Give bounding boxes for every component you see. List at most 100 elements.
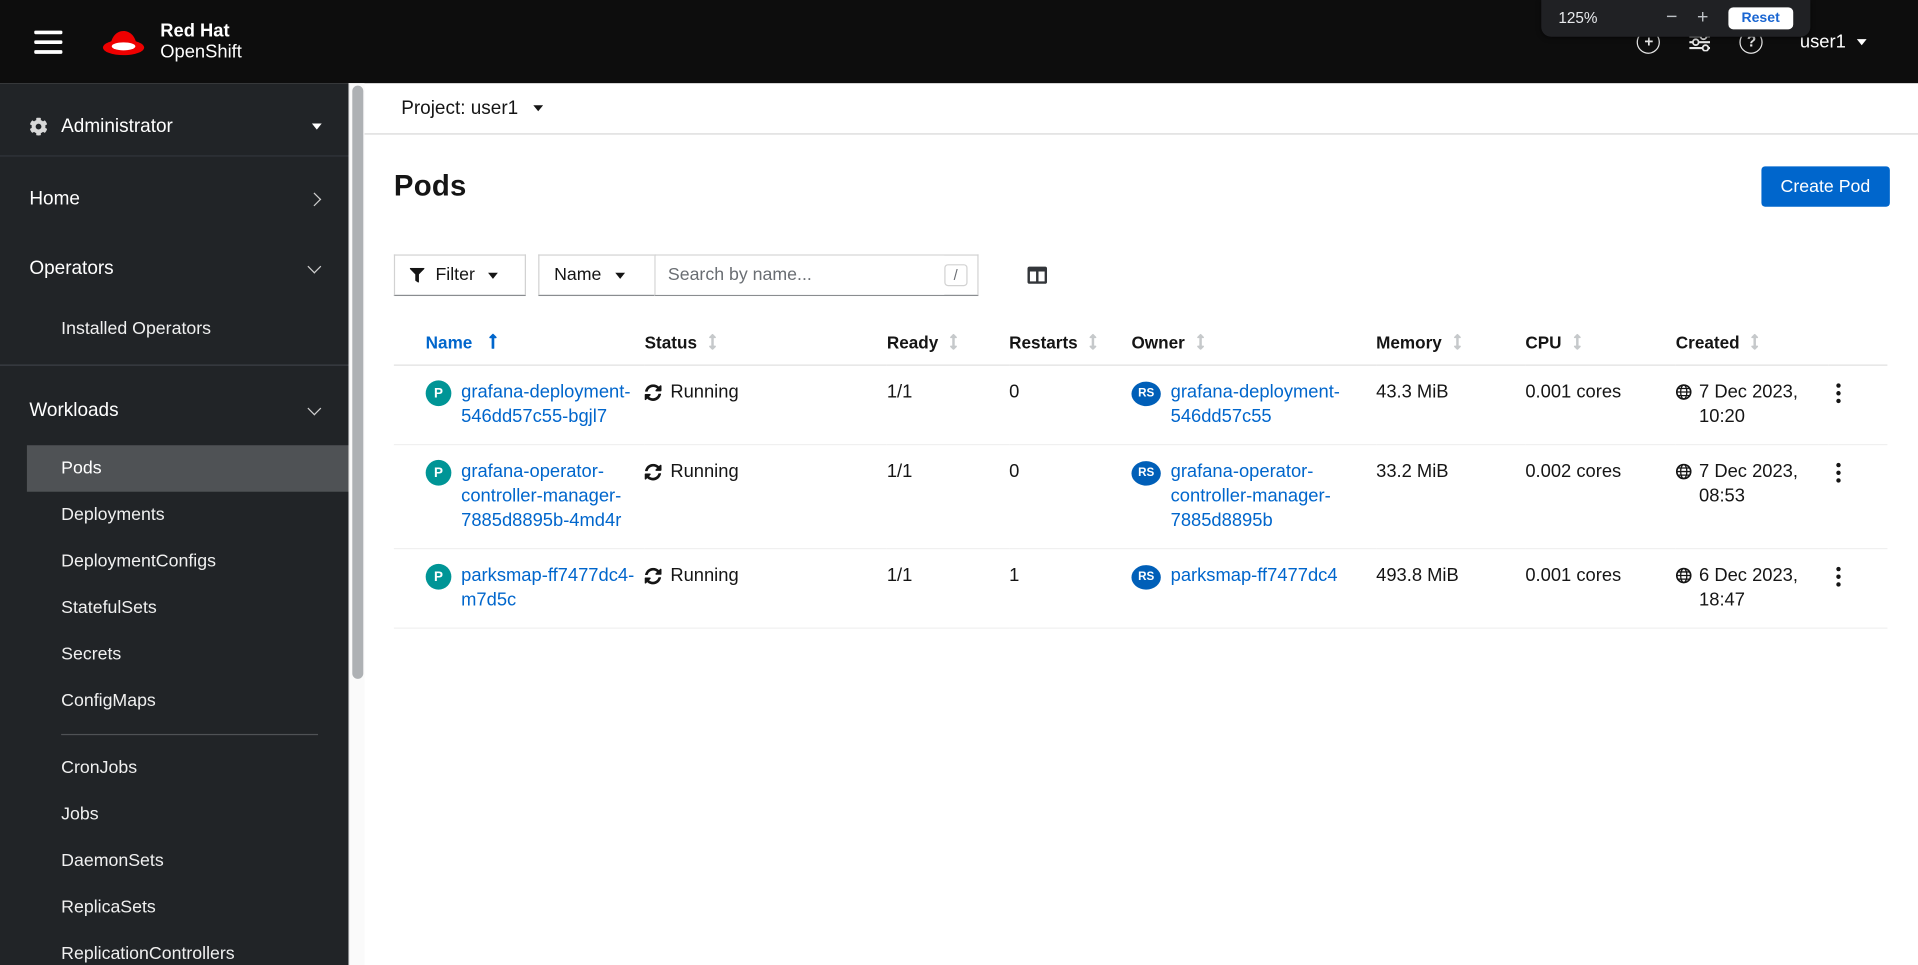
column-header-memory[interactable]: Memory: [1376, 320, 1526, 366]
chevron-down-icon: [307, 401, 322, 415]
column-header-created[interactable]: Created: [1675, 320, 1829, 366]
nav-label: DeploymentConfigs: [61, 551, 216, 572]
globe-icon: [1675, 567, 1692, 584]
zoom-reset-button[interactable]: Reset: [1727, 7, 1794, 30]
nav-label: Pods: [61, 458, 102, 479]
nav-label: Installed Operators: [61, 319, 212, 339]
nav-item-deployments[interactable]: Deployments: [27, 492, 349, 538]
nav-item-replicationcontrollers[interactable]: ReplicationControllers: [27, 931, 349, 965]
pod-link[interactable]: parksmap-ff7477dc4-m7d5c: [461, 564, 635, 613]
column-header-restarts[interactable]: Restarts: [1009, 320, 1132, 366]
column-header-cpu[interactable]: CPU: [1525, 320, 1676, 366]
project-bar: Project: user1: [364, 83, 1918, 135]
search-input[interactable]: [655, 255, 944, 295]
cpu-cell: 0.001 cores: [1525, 548, 1676, 629]
project-selector[interactable]: Project: user1: [394, 96, 550, 120]
column-header-ready[interactable]: Ready: [886, 320, 1010, 366]
search-scope-dropdown[interactable]: Name: [538, 254, 655, 297]
search-group: Name /: [538, 254, 979, 297]
pod-link[interactable]: grafana-deployment-546dd57c55-bgjl7: [461, 380, 635, 429]
restarts-cell: 1: [1009, 548, 1132, 629]
nav-item-installed-operators[interactable]: Installed Operators: [27, 303, 349, 354]
column-header-name[interactable]: Name: [393, 320, 645, 366]
create-pod-button[interactable]: Create Pod: [1760, 166, 1890, 207]
sort-icon: [1453, 333, 1461, 350]
nav-item-jobs[interactable]: Jobs: [27, 791, 349, 837]
kebab-menu-button[interactable]: [1829, 460, 1849, 489]
nav-label: Secrets: [61, 644, 122, 665]
sort-icon: [1089, 333, 1097, 350]
nav-item-operators[interactable]: Operators: [0, 234, 349, 304]
brand: Red Hat OpenShift: [99, 21, 242, 63]
nav-toggle-button[interactable]: [29, 23, 67, 61]
nav-item-daemonsets[interactable]: DaemonSets: [27, 838, 349, 884]
main-content: Project: user1 Pods Create Pod Filter Na…: [364, 83, 1918, 965]
nav-item-replicasets[interactable]: ReplicaSets: [27, 884, 349, 930]
nav-item-secrets[interactable]: Secrets: [27, 631, 349, 677]
running-status-icon: [644, 567, 662, 585]
zoom-out-button[interactable]: −: [1656, 6, 1687, 30]
restarts-cell: 0: [1009, 444, 1132, 550]
globe-icon: [1675, 384, 1692, 400]
nav-item-pods[interactable]: Pods: [26, 445, 349, 492]
owner-link[interactable]: grafana-deployment-546dd57c55: [1171, 380, 1367, 429]
nav-label: Operators: [29, 257, 114, 279]
sidebar-nav: Administrator Home Operators Installed O…: [0, 83, 349, 965]
owner-link[interactable]: grafana-operator-controller-manager-7885…: [1171, 460, 1367, 533]
nav-item-workloads[interactable]: Workloads: [0, 376, 349, 446]
perspective-label: Administrator: [61, 115, 173, 137]
nav-item-cronjobs[interactable]: CronJobs: [27, 745, 349, 791]
kebab-menu-button[interactable]: [1829, 564, 1849, 593]
nav-item-configmaps[interactable]: ConfigMaps: [27, 678, 349, 724]
chevron-down-icon: [488, 272, 499, 279]
ready-cell: 1/1: [886, 444, 1010, 550]
replicaset-badge: RS: [1131, 565, 1161, 590]
created-timestamp: 6 Dec 2023, 18:47: [1699, 565, 1798, 611]
kebab-menu-button[interactable]: [1829, 380, 1849, 409]
owner-link[interactable]: parksmap-ff7477dc4: [1171, 564, 1338, 588]
scrollbar-thumb[interactable]: [352, 85, 364, 679]
manage-columns-button[interactable]: [1023, 261, 1052, 290]
sort-icon: [950, 333, 957, 350]
chevron-down-icon: [307, 259, 322, 273]
sidebar-scrollbar[interactable]: [348, 83, 365, 965]
pod-badge: P: [425, 380, 452, 407]
status-text: Running: [670, 381, 739, 403]
page-title: Pods: [393, 170, 467, 204]
kebab-icon: [1836, 566, 1841, 587]
chevron-down-icon: [1856, 38, 1867, 45]
nav-item-home[interactable]: Home: [0, 164, 349, 234]
zoom-popup: 125% − + Reset: [1541, 0, 1811, 37]
columns-icon: [1027, 266, 1048, 284]
brand-product: OpenShift: [160, 41, 242, 63]
nav-label: CronJobs: [61, 758, 138, 778]
zoom-level: 125%: [1558, 9, 1598, 27]
kebab-icon: [1836, 383, 1841, 404]
zoom-in-button[interactable]: +: [1687, 6, 1718, 30]
nav-label: Deployments: [61, 505, 165, 525]
table-row: P grafana-operator-controller-manager-78…: [393, 444, 1888, 550]
nav-divider: [0, 364, 349, 366]
kebab-icon: [1836, 462, 1841, 483]
column-header-status[interactable]: Status: [644, 320, 887, 366]
created-timestamp: 7 Dec 2023, 10:20: [1699, 381, 1798, 427]
perspective-switcher[interactable]: Administrator: [0, 98, 349, 157]
sort-icon: [1573, 333, 1581, 350]
nav-label: ReplicaSets: [61, 897, 156, 918]
filter-dropdown[interactable]: Filter: [393, 254, 526, 297]
cpu-cell: 0.001 cores: [1525, 365, 1676, 446]
replicaset-badge: RS: [1131, 461, 1161, 486]
red-hat-logo-icon: [102, 30, 145, 55]
column-header-owner[interactable]: Owner: [1131, 320, 1377, 366]
nav-item-statefulsets[interactable]: StatefulSets: [27, 585, 349, 631]
search-input-wrapper: /: [654, 254, 979, 297]
cpu-cell: 0.002 cores: [1525, 444, 1676, 550]
ready-cell: 1/1: [886, 365, 1010, 446]
nav-item-deploymentconfigs[interactable]: DeploymentConfigs: [27, 538, 349, 584]
sort-ascending-icon: [489, 333, 497, 349]
ready-cell: 1/1: [886, 548, 1010, 629]
slash-shortcut-hint: /: [943, 264, 968, 287]
brand-name: Red Hat: [160, 20, 230, 42]
cog-icon: [30, 117, 48, 136]
pod-link[interactable]: grafana-operator-controller-manager-7885…: [461, 460, 635, 533]
